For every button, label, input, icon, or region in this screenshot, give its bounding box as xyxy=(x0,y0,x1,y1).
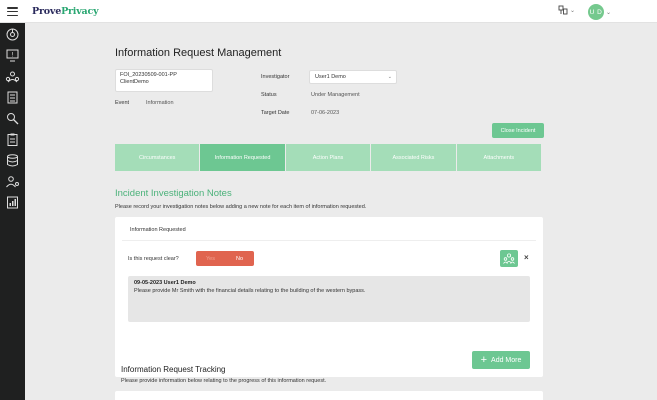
tracking-section-title: Information Request Tracking xyxy=(121,365,226,374)
close-incident-button[interactable]: Close Incident xyxy=(492,123,544,138)
logo-accent-text: Privacy xyxy=(61,6,99,17)
add-more-button[interactable]: + Add More xyxy=(472,351,530,369)
request-clear-toggle[interactable]: Yes No xyxy=(196,251,254,266)
close-icon[interactable]: × xyxy=(524,253,529,262)
card-label: Information Requested xyxy=(130,227,186,233)
user-menu[interactable]: U D ⌄ xyxy=(588,4,611,20)
logo-main-text: Prove xyxy=(32,6,62,17)
investigator-select[interactable]: User1 Demo ⌄ xyxy=(309,70,397,84)
database-icon[interactable] xyxy=(5,153,20,168)
top-bar: ProvePrivacy ⌄ U D ⌄ xyxy=(0,0,657,23)
target-date-value: 07-06-2023 xyxy=(311,110,340,116)
notes-section-title: Incident Investigation Notes xyxy=(115,188,232,199)
status-value: Under Management xyxy=(311,92,360,98)
page-title: Information Request Management xyxy=(115,47,282,59)
people-icon xyxy=(503,253,515,264)
organisation-switcher[interactable]: ⌄ xyxy=(558,5,575,15)
organisation-icon xyxy=(558,5,568,15)
tab-action-plans[interactable]: Action Plans xyxy=(285,144,371,171)
investigator-label: Investigator xyxy=(261,74,290,80)
sidebar: ! xyxy=(0,23,25,400)
information-requested-card: Information Requested Is this request cl… xyxy=(115,217,543,377)
tab-associated-risks[interactable]: Associated Risks xyxy=(371,144,456,171)
person-settings-icon[interactable] xyxy=(5,174,20,189)
svg-text:!: ! xyxy=(11,52,13,59)
avatar: U D xyxy=(588,4,604,20)
request-clear-question: Is this request clear? xyxy=(128,256,179,262)
card-divider xyxy=(122,240,536,241)
assign-people-button[interactable] xyxy=(500,250,518,267)
tab-circumstances[interactable]: Circumstances xyxy=(115,144,200,171)
search-person-icon[interactable] xyxy=(5,111,20,126)
reference-box: FOI_20230509-001-PP ClientDemo xyxy=(115,69,213,92)
chevron-down-icon: ⌄ xyxy=(570,7,576,14)
report-chart-icon[interactable] xyxy=(5,195,20,210)
menu-icon[interactable] xyxy=(7,7,18,16)
tab-attachments[interactable]: Attachments xyxy=(456,144,542,171)
app-logo[interactable]: ProvePrivacy xyxy=(32,6,99,17)
reference-number: FOI_20230509-001-PP xyxy=(120,72,177,78)
investigator-value: User1 Demo xyxy=(315,74,346,80)
main-content: Information Request Management FOI_20230… xyxy=(25,23,657,400)
note-meta: 09-05-2023 User1 Demo xyxy=(134,280,196,286)
screen-alert-icon[interactable]: ! xyxy=(5,48,20,63)
event-value: Information xyxy=(146,100,174,106)
people-network-icon[interactable] xyxy=(5,69,20,84)
tracking-section-description: Please provide information below relatin… xyxy=(121,378,327,384)
dashboard-icon[interactable] xyxy=(5,27,20,42)
toggle-no-option[interactable]: No xyxy=(225,251,254,266)
clipboard-icon[interactable] xyxy=(5,132,20,147)
target-date-label: Target Date xyxy=(261,110,290,116)
note-entry[interactable]: 09-05-2023 User1 Demo Please provide Mr … xyxy=(128,276,530,322)
chevron-down-icon: ⌄ xyxy=(387,74,392,80)
event-label: Event xyxy=(115,100,130,106)
status-label: Status xyxy=(261,92,277,98)
toggle-yes-option[interactable]: Yes xyxy=(196,251,225,266)
chevron-down-icon: ⌄ xyxy=(606,9,612,16)
tab-information-requested[interactable]: Information Requested xyxy=(200,144,285,171)
building-icon[interactable] xyxy=(5,90,20,105)
notes-section-description: Please record your investigation notes b… xyxy=(115,204,367,210)
plus-icon: + xyxy=(480,354,488,366)
note-text: Please provide Mr Smith with the financi… xyxy=(134,287,366,294)
reference-client: ClientDemo xyxy=(120,79,149,85)
add-more-label: Add More xyxy=(491,356,522,364)
tab-bar: Circumstances Information Requested Acti… xyxy=(115,144,542,171)
tracking-card xyxy=(115,391,543,400)
